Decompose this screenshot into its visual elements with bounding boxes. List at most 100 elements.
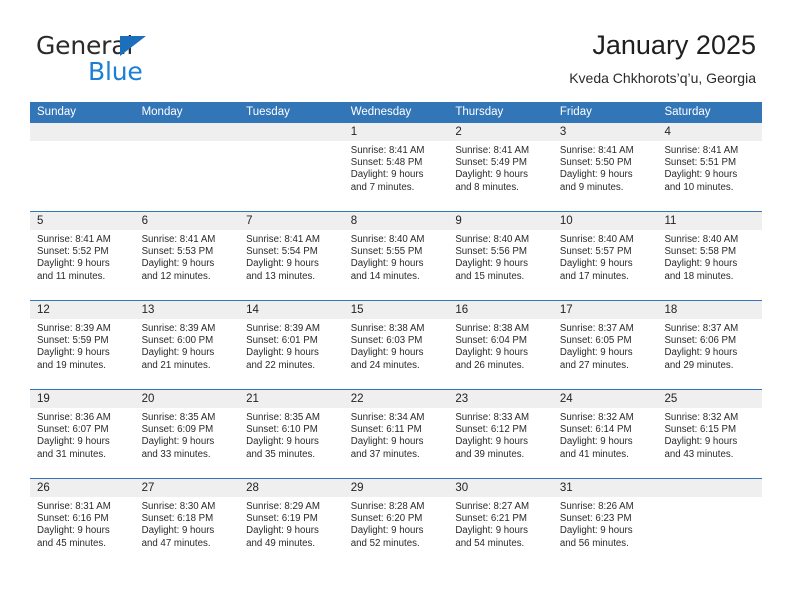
sunrise-text: Sunrise: 8:41 AM	[664, 145, 739, 156]
day-number-strip: 18	[657, 301, 763, 319]
day-cell[interactable]: 27 Sunrise: 8:30 AM Sunset: 6:18 PM Dayl…	[134, 479, 240, 568]
daylight-text-line2: and 43 minutes.	[664, 448, 734, 460]
daylight-text-line2: and 56 minutes.	[559, 537, 629, 549]
day-number: 3	[559, 126, 567, 138]
day-number: 7	[246, 215, 253, 227]
day-number-strip: 2	[448, 123, 553, 141]
day-number: 28	[246, 482, 259, 494]
daylight-text-line1: Daylight: 9 hours	[559, 436, 633, 448]
day-details: Sunrise: 8:38 AM Sunset: 6:04 PM Dayligh…	[448, 319, 553, 372]
day-number-strip: 22	[343, 390, 449, 408]
daylight-text-line2: and 49 minutes.	[246, 537, 316, 549]
sunset-text: Sunset: 6:12 PM	[455, 424, 527, 436]
sunrise-text: Sunrise: 8:40 AM	[664, 234, 739, 245]
week-row: 26 Sunrise: 8:31 AM Sunset: 6:16 PM Dayl…	[30, 479, 763, 568]
day-number-strip: 3	[552, 123, 658, 141]
day-number-strip: 26	[30, 479, 135, 497]
day-cell[interactable]: 7 Sunrise: 8:41 AM Sunset: 5:54 PM Dayli…	[239, 212, 344, 300]
daylight-text-line1: Daylight: 9 hours	[455, 347, 529, 359]
day-cell[interactable]: 16 Sunrise: 8:38 AM Sunset: 6:04 PM Dayl…	[448, 301, 553, 389]
day-cell[interactable]: 20 Sunrise: 8:35 AM Sunset: 6:09 PM Dayl…	[134, 390, 240, 478]
day-cell[interactable]: 24 Sunrise: 8:32 AM Sunset: 6:14 PM Dayl…	[552, 390, 658, 478]
day-cell[interactable]: 18 Sunrise: 8:37 AM Sunset: 6:06 PM Dayl…	[657, 301, 763, 389]
day-details: Sunrise: 8:35 AM Sunset: 6:09 PM Dayligh…	[135, 408, 240, 461]
day-cell[interactable]: 2 Sunrise: 8:41 AM Sunset: 5:49 PM Dayli…	[448, 123, 553, 211]
day-cell[interactable]: 22 Sunrise: 8:34 AM Sunset: 6:11 PM Dayl…	[343, 390, 449, 478]
day-cell[interactable]: 30 Sunrise: 8:27 AM Sunset: 6:21 PM Dayl…	[448, 479, 553, 568]
daylight-text-line2: and 27 minutes.	[559, 359, 629, 371]
daylight-text-line1: Daylight: 9 hours	[141, 525, 215, 537]
day-number: 4	[664, 126, 671, 138]
sunrise-text: Sunrise: 8:40 AM	[350, 234, 425, 245]
day-details: Sunrise: 8:32 AM Sunset: 6:15 PM Dayligh…	[657, 408, 762, 461]
triangle-logo-icon	[120, 36, 146, 56]
sunset-text: Sunset: 5:54 PM	[246, 246, 318, 258]
day-number: 11	[664, 215, 677, 227]
day-details: Sunrise: 8:39 AM Sunset: 5:59 PM Dayligh…	[30, 319, 135, 372]
day-cell[interactable]: 10 Sunrise: 8:40 AM Sunset: 5:57 PM Dayl…	[552, 212, 658, 300]
sunrise-text: Sunrise: 8:36 AM	[37, 412, 111, 423]
daylight-text-line2: and 52 minutes.	[350, 537, 420, 549]
daylight-text-line2: and 11 minutes.	[37, 270, 106, 282]
day-cell[interactable]: 1 Sunrise: 8:41 AM Sunset: 5:48 PM Dayli…	[343, 123, 449, 211]
day-cell[interactable]: 12 Sunrise: 8:39 AM Sunset: 5:59 PM Dayl…	[30, 301, 135, 389]
weekday-header-wednesday: Wednesday	[350, 106, 412, 118]
daylight-text-line2: and 21 minutes.	[141, 359, 211, 371]
day-details	[657, 497, 762, 501]
weekday-header-thursday: Thursday	[455, 106, 504, 118]
general-blue-logo[interactable]: General Blue	[36, 32, 246, 90]
sunrise-text: Sunrise: 8:39 AM	[37, 323, 111, 334]
day-cell[interactable]: 14 Sunrise: 8:39 AM Sunset: 6:01 PM Dayl…	[239, 301, 344, 389]
day-number: 21	[246, 393, 259, 405]
day-details: Sunrise: 8:32 AM Sunset: 6:14 PM Dayligh…	[553, 408, 658, 461]
day-number-strip: 11	[657, 212, 763, 230]
day-cell[interactable]: 31 Sunrise: 8:26 AM Sunset: 6:23 PM Dayl…	[552, 479, 658, 568]
week-row: 19 Sunrise: 8:36 AM Sunset: 6:07 PM Dayl…	[30, 390, 763, 479]
day-number-strip: 10	[552, 212, 658, 230]
daylight-text-line1: Daylight: 9 hours	[455, 525, 529, 537]
day-details: Sunrise: 8:31 AM Sunset: 6:16 PM Dayligh…	[30, 497, 135, 550]
daylight-text-line2: and 24 minutes.	[350, 359, 420, 371]
day-cell[interactable]: 6 Sunrise: 8:41 AM Sunset: 5:53 PM Dayli…	[134, 212, 240, 300]
daylight-text-line1: Daylight: 9 hours	[455, 436, 529, 448]
day-cell[interactable]: 15 Sunrise: 8:38 AM Sunset: 6:03 PM Dayl…	[343, 301, 449, 389]
day-cell[interactable]: 25 Sunrise: 8:32 AM Sunset: 6:15 PM Dayl…	[657, 390, 763, 478]
sunset-text: Sunset: 6:07 PM	[37, 424, 109, 436]
day-details: Sunrise: 8:27 AM Sunset: 6:21 PM Dayligh…	[448, 497, 553, 550]
day-cell[interactable]: 19 Sunrise: 8:36 AM Sunset: 6:07 PM Dayl…	[30, 390, 135, 478]
day-number-strip: 1	[343, 123, 449, 141]
day-details: Sunrise: 8:41 AM Sunset: 5:51 PM Dayligh…	[657, 141, 762, 194]
weekday-header-monday: Monday	[141, 106, 183, 118]
day-cell[interactable]: 11 Sunrise: 8:40 AM Sunset: 5:58 PM Dayl…	[657, 212, 763, 300]
weekday-header-sunday: Sunday	[37, 106, 77, 118]
weekday-header-saturday: Saturday	[664, 106, 711, 118]
day-cell[interactable]: 21 Sunrise: 8:35 AM Sunset: 6:10 PM Dayl…	[239, 390, 344, 478]
sunrise-text: Sunrise: 8:34 AM	[350, 412, 425, 423]
day-cell[interactable]: 23 Sunrise: 8:33 AM Sunset: 6:12 PM Dayl…	[448, 390, 553, 478]
day-cell[interactable]: 28 Sunrise: 8:29 AM Sunset: 6:19 PM Dayl…	[239, 479, 344, 568]
sunset-text: Sunset: 6:21 PM	[455, 513, 527, 525]
day-cell[interactable]: 8 Sunrise: 8:40 AM Sunset: 5:55 PM Dayli…	[343, 212, 449, 300]
day-cell[interactable]: 4 Sunrise: 8:41 AM Sunset: 5:51 PM Dayli…	[657, 123, 763, 211]
sunset-text: Sunset: 5:50 PM	[559, 157, 632, 169]
sunrise-text: Sunrise: 8:41 AM	[37, 234, 111, 245]
day-cell[interactable]: 5 Sunrise: 8:41 AM Sunset: 5:52 PM Dayli…	[30, 212, 135, 300]
day-details: Sunrise: 8:40 AM Sunset: 5:57 PM Dayligh…	[553, 230, 658, 283]
daylight-text-line1: Daylight: 9 hours	[246, 436, 319, 448]
daylight-text-line2: and 39 minutes.	[455, 448, 525, 460]
daylight-text-line2: and 54 minutes.	[455, 537, 525, 549]
day-details: Sunrise: 8:40 AM Sunset: 5:55 PM Dayligh…	[344, 230, 449, 283]
day-cell[interactable]: 26 Sunrise: 8:31 AM Sunset: 6:16 PM Dayl…	[30, 479, 135, 568]
day-cell[interactable]: 13 Sunrise: 8:39 AM Sunset: 6:00 PM Dayl…	[134, 301, 240, 389]
day-number-strip: 21	[239, 390, 344, 408]
daylight-text-line1: Daylight: 9 hours	[455, 258, 529, 270]
daylight-text-line2: and 10 minutes.	[664, 181, 734, 193]
day-details: Sunrise: 8:30 AM Sunset: 6:18 PM Dayligh…	[135, 497, 240, 550]
day-cell[interactable]: 9 Sunrise: 8:40 AM Sunset: 5:56 PM Dayli…	[448, 212, 553, 300]
day-cell[interactable]: 17 Sunrise: 8:37 AM Sunset: 6:05 PM Dayl…	[552, 301, 658, 389]
day-number-strip: 27	[134, 479, 240, 497]
sunset-text: Sunset: 6:11 PM	[350, 424, 422, 436]
sunrise-text: Sunrise: 8:40 AM	[559, 234, 634, 245]
day-cell[interactable]: 29 Sunrise: 8:28 AM Sunset: 6:20 PM Dayl…	[343, 479, 449, 568]
day-cell[interactable]: 3 Sunrise: 8:41 AM Sunset: 5:50 PM Dayli…	[552, 123, 658, 211]
